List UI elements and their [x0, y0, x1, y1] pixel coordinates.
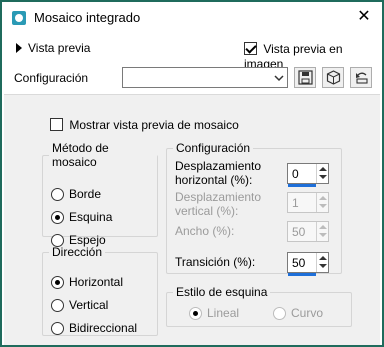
dialog-window: Mosaico integrado ✕ Vista previa Vista p… [0, 0, 384, 347]
desp-vertical-label: Desplazamiento vertical (%): [175, 190, 262, 218]
config-dropdown[interactable] [122, 67, 288, 88]
radio-label[interactable]: Bidireccional [69, 321, 137, 335]
spinner-arrows [316, 193, 328, 212]
spin-down-icon [319, 233, 327, 237]
radio-label: Lineal [207, 306, 240, 320]
transicion-label: Transición (%): [175, 255, 256, 269]
radio-button[interactable] [51, 187, 64, 201]
spinner-arrows [316, 222, 328, 241]
value-slider-bar[interactable] [288, 273, 316, 276]
direction-legend: Dirección [52, 245, 103, 259]
expand-triangle-icon[interactable] [16, 43, 22, 53]
ancho-label: Ancho (%): [175, 224, 235, 238]
transicion-spinner[interactable]: 50 [287, 252, 329, 276]
radio-label: Curvo [291, 306, 324, 320]
settings-panel: Mostrar vista previa de mosaico Método d… [4, 94, 380, 345]
chevron-down-icon[interactable] [273, 72, 285, 84]
radio-button[interactable] [51, 275, 64, 289]
radio-button [273, 306, 286, 320]
spin-up-icon [319, 196, 327, 200]
config-row: Configuración [2, 64, 382, 92]
app-icon [12, 11, 26, 25]
radio-button[interactable] [51, 298, 64, 312]
spinner-arrows[interactable] [316, 253, 328, 272]
configuration-group: Configuración Desplazamiento horizontal … [166, 141, 342, 276]
title-bar: Mosaico integrado ✕ [2, 2, 382, 34]
desp-horizontal-value[interactable]: 0 [292, 167, 299, 181]
window-title: Mosaico integrado [34, 10, 141, 25]
desp-vertical-value: 1 [292, 196, 299, 210]
radio-label[interactable]: Esquina [69, 210, 112, 224]
spinner-arrows[interactable] [316, 164, 328, 183]
close-icon[interactable]: ✕ [354, 7, 374, 27]
spin-up-icon[interactable] [319, 167, 327, 171]
mosaic-preview-checkbox[interactable] [50, 118, 63, 132]
radio-label[interactable]: Vertical [69, 298, 108, 312]
config-label: Configuración [14, 71, 89, 85]
cube-icon [326, 70, 341, 85]
radio-borde[interactable]: Borde [51, 187, 101, 201]
ancho-spinner: 50 [287, 221, 329, 242]
tiling-method-legend: Método de mosaico [52, 141, 109, 169]
radio-button [189, 306, 202, 320]
preview-in-image-checkbox[interactable] [244, 42, 257, 56]
spin-up-icon[interactable] [319, 256, 327, 260]
reset-button[interactable] [350, 67, 372, 88]
tiling-method-group: Método de mosaico Borde Esquina Espejo [42, 141, 158, 247]
mosaic-preview-label[interactable]: Mostrar vista previa de mosaico [69, 118, 238, 132]
radio-horizontal[interactable]: Horizontal [51, 275, 123, 289]
load-preset-button[interactable] [322, 67, 344, 88]
preview-toggle-label[interactable]: Vista previa [28, 41, 90, 55]
desp-vertical-spinner: 1 [287, 192, 329, 213]
radio-button[interactable] [51, 321, 64, 335]
mosaic-preview-option[interactable]: Mostrar vista previa de mosaico [50, 117, 239, 132]
save-preset-button[interactable] [294, 67, 316, 88]
spin-down-icon[interactable] [319, 264, 327, 268]
radio-esquina[interactable]: Esquina [51, 210, 112, 224]
value-slider-bar[interactable] [288, 184, 316, 187]
spin-down-icon [319, 204, 327, 208]
desp-horizontal-label: Desplazamiento horizontal (%): [175, 159, 262, 187]
radio-label[interactable]: Borde [69, 187, 101, 201]
spin-up-icon [319, 225, 327, 229]
radio-bidireccional[interactable]: Bidireccional [51, 321, 137, 335]
floppy-disk-icon [298, 70, 313, 85]
radio-button[interactable] [51, 210, 64, 224]
ancho-value: 50 [292, 225, 306, 239]
direction-group: Dirección Horizontal Vertical Bidireccio… [42, 245, 158, 336]
corner-style-group: Estilo de esquina Lineal Curvo [166, 285, 352, 327]
radio-vertical[interactable]: Vertical [51, 298, 108, 312]
configuration-legend: Configuración [176, 141, 251, 155]
preview-row: Vista previa Vista previa en imagen [2, 38, 382, 71]
radio-lineal: Lineal [189, 306, 239, 320]
spin-down-icon[interactable] [319, 175, 327, 179]
radio-curvo: Curvo [273, 306, 323, 320]
transicion-value[interactable]: 50 [292, 256, 305, 270]
radio-label[interactable]: Horizontal [69, 275, 123, 289]
reset-icon [356, 72, 368, 84]
desp-horizontal-spinner[interactable]: 0 [287, 163, 329, 187]
corner-style-legend: Estilo de esquina [176, 285, 268, 299]
